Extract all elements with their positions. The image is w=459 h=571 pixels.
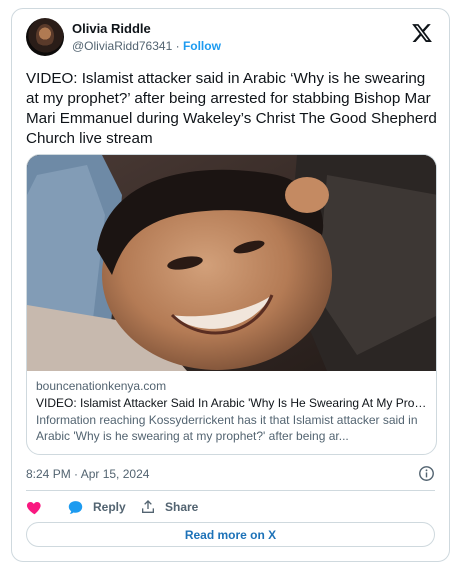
user-name[interactable]: Olivia Riddle — [72, 21, 151, 36]
link-preview-card[interactable]: bouncenationkenya.com VIDEO: Islamist At… — [26, 154, 437, 455]
avatar[interactable] — [26, 18, 64, 56]
avatar-face — [36, 24, 54, 48]
speech-bubble-icon — [68, 500, 83, 514]
x-logo-icon[interactable] — [411, 22, 433, 44]
tweet-header: Olivia Riddle @OliviaRidd76341 · Follow — [26, 18, 435, 62]
divider — [26, 490, 435, 491]
reply-button[interactable]: Reply — [67, 497, 126, 517]
tweet-timestamp[interactable]: 8:24 PM · Apr 15, 2024 — [26, 467, 149, 481]
info-icon[interactable] — [418, 465, 435, 482]
embedded-tweet-card: Olivia Riddle @OliviaRidd76341 · Follow … — [11, 8, 450, 562]
link-domain: bouncenationkenya.com — [36, 379, 167, 393]
user-handle[interactable]: @OliviaRidd76341 — [72, 39, 172, 53]
follow-link[interactable]: Follow — [183, 39, 221, 53]
share-button[interactable]: Share — [140, 497, 198, 517]
preview-photo — [27, 155, 436, 371]
read-more-button[interactable]: Read more on X — [26, 522, 435, 547]
link-title[interactable]: VIDEO: Islamist Attacker Said In Arabic … — [36, 396, 427, 413]
separator-dot: · — [175, 39, 180, 53]
like-button[interactable] — [26, 497, 43, 517]
tweet-text: VIDEO: Islamist attacker said in Arabic … — [26, 70, 437, 147]
reply-label: Reply — [93, 500, 126, 514]
timestamp-row: 8:24 PM · Apr 15, 2024 — [26, 465, 435, 485]
link-meta: bouncenationkenya.com VIDEO: Islamist At… — [36, 379, 427, 444]
link-preview-image[interactable] — [27, 155, 436, 371]
heart-icon — [26, 501, 41, 514]
share-label: Share — [165, 500, 199, 514]
share-upload-icon — [142, 500, 154, 513]
link-description: Information reaching Kossyderrickent has… — [36, 413, 418, 443]
handle-row: @OliviaRidd76341 · Follow — [72, 39, 221, 53]
actions-row: Reply Share — [26, 497, 435, 517]
